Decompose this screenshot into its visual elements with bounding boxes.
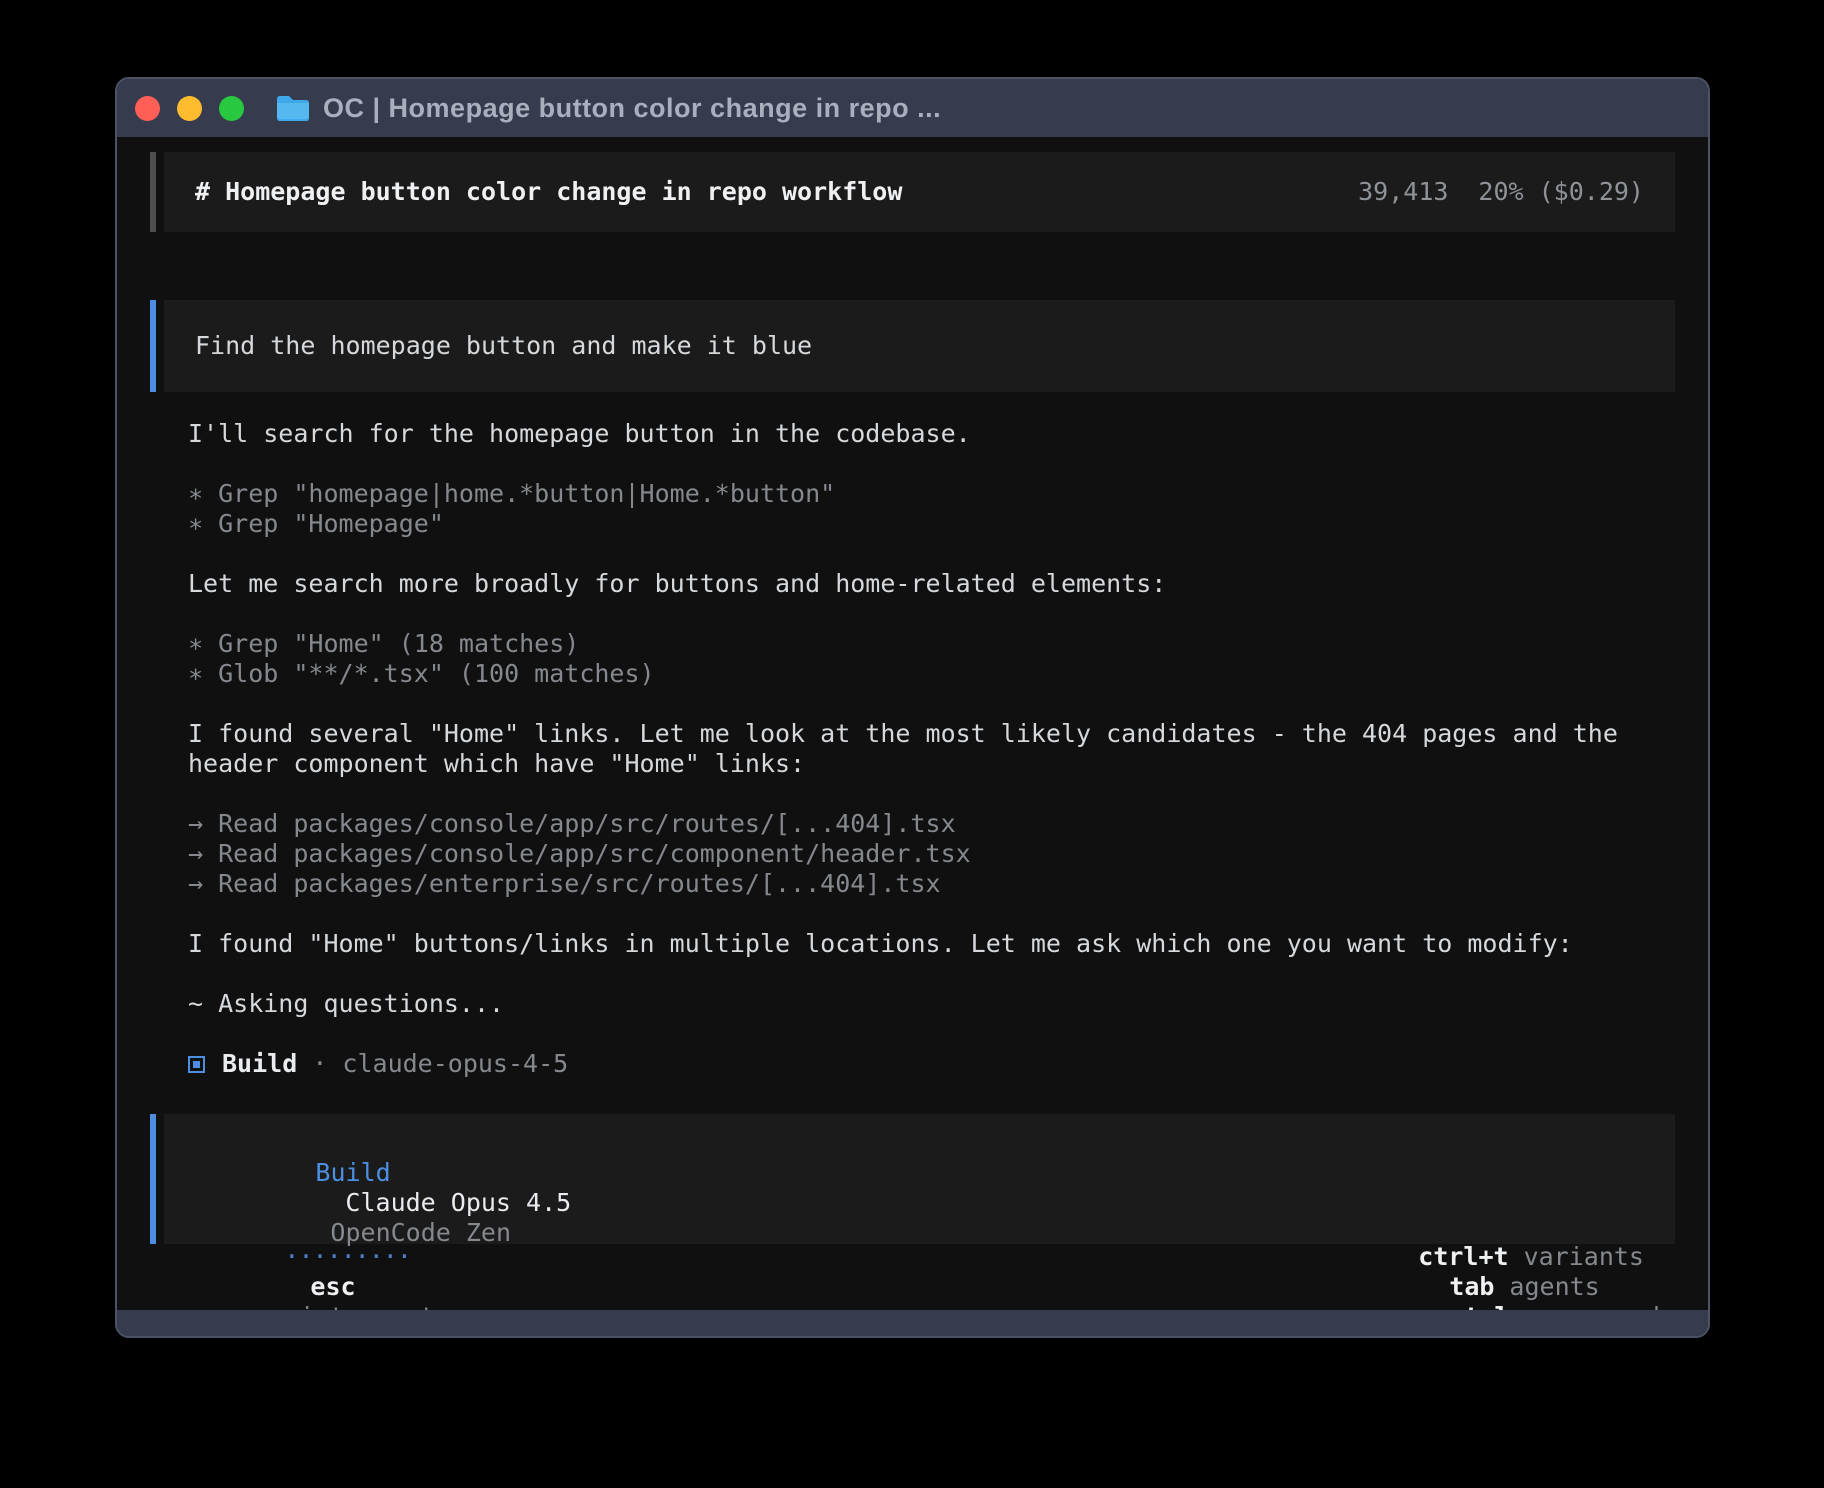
session-header: # Homepage button color change in repo w… (164, 152, 1675, 232)
assistant-ask: I found "Home" buttons/links in multiple… (188, 929, 1650, 959)
window-title: OC | Homepage button color change in rep… (323, 93, 941, 124)
tool-call-read-2: → Read packages/console/app/src/componen… (188, 839, 1650, 869)
tool-call-read-3: → Read packages/enterprise/src/routes/[.… (188, 869, 1650, 899)
user-message: Find the homepage button and make it blu… (164, 300, 1675, 392)
titlebar[interactable]: OC | Homepage button color change in rep… (117, 79, 1708, 137)
agent-separator: · (297, 1049, 342, 1079)
agent-name: Build (222, 1049, 297, 1079)
bottom-bar (117, 1310, 1708, 1336)
session-view: # Homepage button color change in repo w… (117, 137, 1708, 1310)
agent-label: Build (315, 1158, 390, 1187)
build-agent-icon (188, 1056, 205, 1073)
zoom-button[interactable] (219, 96, 244, 121)
session-title: # Homepage button color change in repo w… (195, 177, 902, 207)
interrupt-label: interrupt (299, 1302, 434, 1310)
commands-key: ctrl+p (1449, 1302, 1539, 1310)
minimize-button[interactable] (177, 96, 202, 121)
agent-badge: Build · claude-opus-4-5 (188, 1049, 1650, 1079)
user-message-text: Find the homepage button and make it blu… (195, 331, 812, 361)
assistant-response: I'll search for the homepage button in t… (188, 419, 1650, 1079)
model-line: Build Claude Opus 4.5 OpenCode Zen (195, 1128, 1644, 1278)
working-status: ~ Asking questions... (188, 989, 1650, 1019)
session-stats: 39,413 20% ($0.29) (1358, 177, 1644, 207)
agent-model: claude-opus-4-5 (342, 1049, 568, 1079)
context-usage: 20% ($0.29) (1478, 177, 1644, 206)
tool-call-grep-3: ∗ Grep "Home" (18 matches) (188, 629, 1650, 659)
terminal-window: OC | Homepage button color change in rep… (115, 77, 1710, 1338)
tool-call-grep-2: ∗ Grep "Homepage" (188, 509, 1650, 539)
model-label: Claude Opus 4.5 (345, 1188, 571, 1217)
tool-call-read-1: → Read packages/console/app/src/routes/[… (188, 809, 1650, 839)
assistant-intro: I'll search for the homepage button in t… (188, 419, 1650, 449)
token-count: 39,413 (1358, 177, 1448, 206)
tool-call-glob-1: ∗ Glob "**/*.tsx" (100 matches) (188, 659, 1650, 689)
prompt-input[interactable]: Build Claude Opus 4.5 OpenCode Zen (164, 1114, 1675, 1244)
provider-label: OpenCode Zen (330, 1218, 511, 1247)
assistant-candidates: I found several "Home" links. Let me loo… (188, 719, 1650, 779)
close-button[interactable] (135, 96, 160, 121)
folder-icon (275, 93, 311, 123)
assistant-broaden: Let me search more broadly for buttons a… (188, 569, 1650, 599)
tool-call-grep-1: ∗ Grep "homepage|home.*button|Home.*butt… (188, 479, 1650, 509)
hint-commands: ctrl+p commands (1449, 1302, 1675, 1310)
commands-label: commands (1555, 1302, 1675, 1310)
